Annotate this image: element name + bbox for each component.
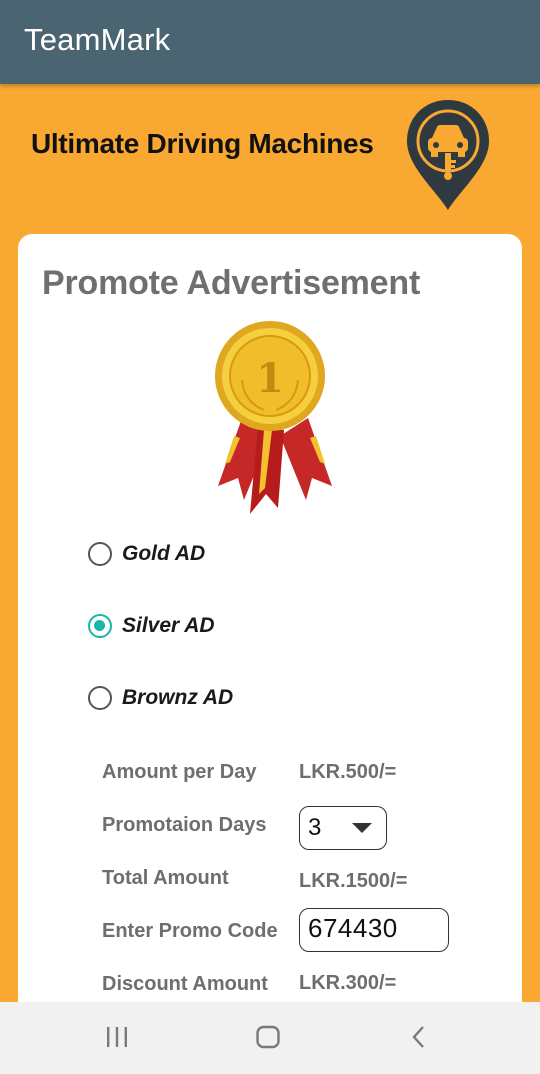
radio-button-checked[interactable] xyxy=(88,614,112,638)
promote-card: Promote Advertisement 1 Gold AD Silver A… xyxy=(18,234,522,1034)
radio-label-gold: Gold AD xyxy=(122,542,206,565)
radio-silver-ad[interactable]: Silver AD xyxy=(88,606,215,646)
gold-medal-icon: 1 xyxy=(215,321,332,514)
promo-code-input[interactable]: 674430 xyxy=(299,908,449,952)
radio-button-unchecked[interactable] xyxy=(88,686,112,710)
total-amount-value: LKR.1500/= xyxy=(299,870,408,892)
amount-per-day-label: Amount per Day xyxy=(102,761,257,783)
promotion-days-select[interactable]: 3 xyxy=(299,806,387,850)
dropdown-arrow-icon xyxy=(352,823,372,833)
discount-amount-value: LKR.300/= xyxy=(299,972,397,994)
discount-amount-label: Discount Amount xyxy=(102,973,268,995)
system-nav-bar xyxy=(0,1002,540,1074)
app-bar: TeamMark xyxy=(0,0,540,84)
back-icon[interactable] xyxy=(408,1024,430,1050)
promotion-days-label: Promotaion Days xyxy=(102,814,267,836)
radio-label-silver: Silver AD xyxy=(122,614,215,637)
total-amount-label: Total Amount xyxy=(102,867,229,889)
page-title: Promote Advertisement xyxy=(42,264,421,302)
recent-apps-icon[interactable] xyxy=(105,1024,129,1050)
promotion-days-value: 3 xyxy=(308,814,322,841)
amount-per-day-value: LKR.500/= xyxy=(299,761,397,783)
home-icon[interactable] xyxy=(255,1024,281,1050)
promo-code-label: Enter Promo Code xyxy=(102,920,278,942)
radio-button-unchecked[interactable] xyxy=(88,542,112,566)
app-title: TeamMark xyxy=(24,22,171,57)
radio-brownz-ad[interactable]: Brownz AD xyxy=(88,678,233,718)
svg-text:1: 1 xyxy=(256,355,284,402)
radio-gold-ad[interactable]: Gold AD xyxy=(88,534,205,574)
brand-name: Ultimate Driving Machines xyxy=(31,128,374,159)
car-key-location-logo xyxy=(407,100,489,210)
radio-label-brownz: Brownz AD xyxy=(122,686,234,709)
